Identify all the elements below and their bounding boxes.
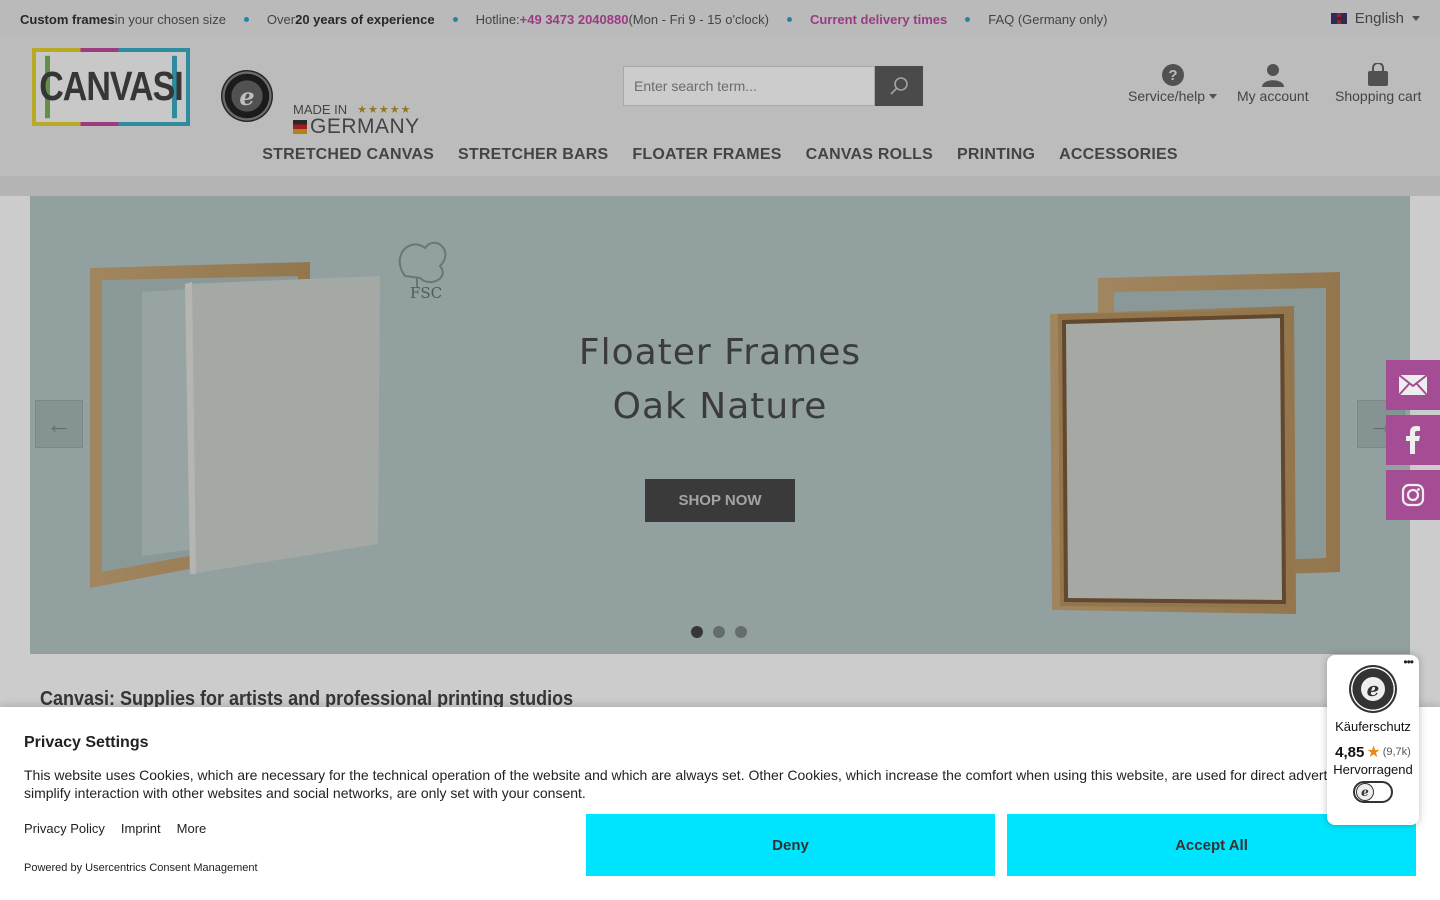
separator-dot	[965, 16, 971, 22]
shopping-bag-icon	[1367, 62, 1389, 88]
widget-toggle[interactable]: e	[1353, 781, 1393, 803]
privacy-settings-title: Privacy Settings	[24, 734, 149, 751]
germany-flag-icon	[293, 120, 307, 134]
separator-dot	[243, 16, 249, 22]
chevron-down-icon	[1209, 93, 1218, 99]
uk-flag-icon	[1330, 13, 1347, 24]
hotline-number-link[interactable]: +49 3473 2040880	[520, 12, 629, 27]
powered-by-text: Powered by Usercentrics Consent Manageme…	[24, 862, 258, 874]
custom-frames-info: Custom frames in your chosen size	[20, 12, 226, 27]
trusted-shops-widget[interactable]: ••• e Käuferschutz 4,85 ★ (9,7k) Hervorr…	[1327, 655, 1419, 825]
nav-printing[interactable]: PRINTING	[957, 146, 1035, 164]
shopping-cart-label: Shopping cart	[1335, 88, 1422, 104]
facebook-tab[interactable]	[1386, 415, 1440, 465]
privacy-settings-text: This website uses Cookies, which are nec…	[24, 766, 1354, 802]
question-icon: ?	[1161, 62, 1185, 88]
more-options-icon[interactable]: •••	[1403, 655, 1414, 669]
hotline-hours: (Mon - Fri 9 - 15 o'clock)	[628, 11, 769, 27]
social-side-tabs	[1386, 360, 1440, 520]
envelope-icon	[1398, 374, 1428, 396]
facebook-icon	[1406, 426, 1420, 454]
trusted-shops-seal-icon: e	[1349, 665, 1397, 713]
experience-prefix: Over	[266, 11, 296, 27]
custom-frames-text: in your chosen size	[114, 11, 226, 27]
slider-dots	[691, 626, 747, 638]
rating-score: 4,85	[1335, 743, 1365, 761]
rating-count: (9,7k)	[1382, 746, 1411, 758]
site-header: CANVASI e MADE IN ★★★★★ GERMANY ? Servic…	[0, 38, 1440, 138]
imprint-link[interactable]: Imprint	[121, 821, 161, 836]
language-label: English	[1354, 10, 1404, 27]
rating-row: 4,85 ★ (9,7k)	[1335, 742, 1411, 762]
hero-title-line2: Oak Nature	[612, 386, 828, 427]
privacy-settings-banner: Privacy Settings This website uses Cooki…	[0, 707, 1440, 900]
slider-dot-3[interactable]	[735, 626, 747, 638]
nav-floater-frames[interactable]: FLOATER FRAMES	[632, 146, 781, 164]
hero-slider: FSC Floater Frames Oak Nature SHOP NOW ←…	[30, 196, 1410, 654]
hero-title-line1: Floater Frames	[578, 332, 862, 373]
chevron-down-icon	[1412, 16, 1420, 21]
search-button[interactable]	[875, 66, 923, 106]
delivery-times-link[interactable]: Current delivery times	[810, 12, 947, 27]
fsc-logo-icon	[398, 241, 447, 288]
hotline-info: Hotline: +49 3473 2040880 (Mon - Fri 9 -…	[476, 12, 769, 27]
search-input[interactable]	[623, 66, 875, 106]
nav-canvas-rolls[interactable]: CANVAS ROLLS	[806, 146, 933, 164]
search-icon	[890, 77, 908, 95]
hotline-label: Hotline:	[475, 11, 520, 27]
seal-letter: e	[1361, 677, 1385, 701]
email-tab[interactable]	[1386, 360, 1440, 410]
slider-dot-2[interactable]	[713, 626, 725, 638]
privacy-text-line1: This website uses Cookies, which are nec…	[24, 767, 1331, 783]
delivery-times-item: Current delivery times	[810, 12, 947, 27]
separator-dot	[452, 16, 458, 22]
experience-info: Over 20 years of experience	[267, 12, 435, 27]
my-account-label: My account	[1237, 88, 1309, 104]
privacy-links: Privacy Policy Imprint More	[24, 821, 206, 836]
buyer-protection-label: Käuferschutz	[1335, 719, 1411, 734]
hero-title: Floater Frames Oak Nature	[30, 326, 1410, 434]
instagram-icon	[1401, 483, 1425, 507]
custom-frames-bold: Custom frames	[20, 11, 115, 27]
nav-stretched-canvas[interactable]: STRETCHED CANVAS	[262, 146, 434, 164]
service-help-label: Service/help	[1128, 88, 1206, 104]
made-in-bottom: GERMANY	[293, 115, 420, 139]
slider-dot-1[interactable]	[691, 626, 703, 638]
privacy-policy-link[interactable]: Privacy Policy	[24, 821, 105, 836]
faq-link[interactable]: FAQ (Germany only)	[988, 12, 1107, 27]
faq-item: FAQ (Germany only)	[988, 12, 1107, 27]
service-help-dropdown[interactable]: ? Service/help	[1128, 62, 1218, 104]
slider-prev-button[interactable]: ←	[35, 400, 83, 448]
fsc-label: FSC	[410, 284, 442, 302]
arrow-left-icon: ←	[46, 408, 72, 439]
trusted-shops-e-icon: e	[1356, 783, 1374, 801]
trusted-shops-badge[interactable]: e	[221, 70, 273, 122]
nav-stretcher-bars[interactable]: STRETCHER BARS	[458, 146, 608, 164]
nav-accessories[interactable]: ACCESSORIES	[1059, 146, 1178, 164]
more-link[interactable]: More	[177, 821, 207, 836]
made-in-germany-badge: MADE IN ★★★★★ GERMANY	[293, 102, 420, 139]
star-icon: ★	[1366, 744, 1381, 761]
shopping-cart-button[interactable]: Shopping cart	[1335, 62, 1421, 104]
shop-now-button[interactable]: SHOP NOW	[645, 479, 795, 522]
instagram-tab[interactable]	[1386, 470, 1440, 520]
svg-text:?: ?	[1168, 67, 1177, 84]
nav-divider-strip	[0, 176, 1440, 196]
privacy-text-line2: simplify interaction with other websites…	[24, 785, 586, 801]
rating-verdict: Hervorragend	[1333, 762, 1413, 777]
main-navigation: STRETCHED CANVAS STRETCHER BARS FLOATER …	[0, 134, 1440, 176]
experience-bold: 20 years of experience	[295, 11, 435, 27]
trusted-shops-e-icon: e	[239, 81, 255, 111]
top-info-bar: Custom frames in your chosen size Over 2…	[0, 0, 1440, 38]
service-help-label-wrap: Service/help	[1128, 88, 1218, 104]
my-account-button[interactable]: My account	[1237, 62, 1309, 104]
search-form	[623, 66, 923, 106]
canvasi-logo[interactable]: CANVASI	[32, 48, 190, 126]
language-selector[interactable]: English	[1330, 10, 1420, 27]
logo-text: CANVASI	[39, 55, 184, 119]
deny-button[interactable]: Deny	[586, 814, 995, 876]
made-in-country: GERMANY	[310, 115, 420, 138]
user-icon	[1261, 62, 1284, 88]
separator-dot	[786, 16, 792, 22]
